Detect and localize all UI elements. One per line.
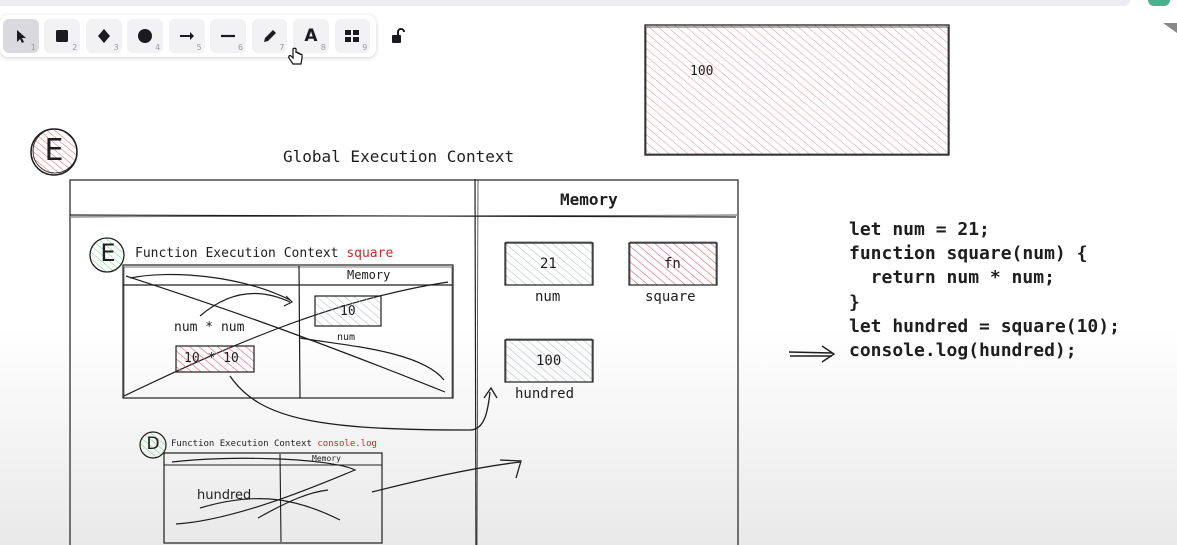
fec-square-fn-name: square xyxy=(346,246,394,261)
code-line: let hundred = square(10); xyxy=(849,315,1120,337)
fec-square-title: Function Execution Context square xyxy=(135,246,393,261)
fec-console-title-text: Function Execution Context xyxy=(171,439,312,449)
current-line-arrow[interactable] xyxy=(788,345,836,363)
fec-console-badge-letter: D xyxy=(146,434,160,454)
mem-square-label: square xyxy=(645,289,696,305)
mem-square-value: fn xyxy=(664,256,681,272)
return-arrow-line[interactable] xyxy=(229,375,491,431)
gec-memory-header: Memory xyxy=(560,190,618,209)
mem-hundred-value: 100 xyxy=(536,353,562,369)
fec-square-badge-letter: E xyxy=(100,239,116,267)
fec-square-memory-header: Memory xyxy=(347,268,391,282)
gec-badge-letter: E xyxy=(44,133,64,168)
code-block: let num = 21; function square(num) { retu… xyxy=(849,218,1120,363)
fec-console-var: hundred xyxy=(197,488,252,503)
mem-num-value: 21 xyxy=(540,256,557,272)
fec-square-mem-label: num xyxy=(337,332,356,343)
fec-console-fn-name: console.log xyxy=(317,439,377,449)
code-line: console.log(hundred); xyxy=(849,340,1077,362)
gec-frame[interactable] xyxy=(69,178,739,545)
fec-square-expression: num * num xyxy=(174,320,245,335)
fec-square-mem-value: 10 xyxy=(340,304,356,319)
code-line: return num * num; xyxy=(849,267,1055,289)
mem-num-label: num xyxy=(535,289,561,305)
top-box-value: 100 xyxy=(690,64,714,79)
top-value-box[interactable] xyxy=(644,24,950,156)
code-line: function square(num) { xyxy=(849,243,1088,265)
fec-console-title: Function Execution Context console.log xyxy=(171,439,377,449)
fec-square-title-text: Function Execution Context xyxy=(135,246,339,261)
gec-title: Global Execution Context xyxy=(283,147,515,166)
fec-square-result: 10 * 10 xyxy=(184,351,239,366)
code-line: } xyxy=(849,291,860,313)
fec-square-frame[interactable] xyxy=(122,264,454,399)
mem-hundred-label: hundred xyxy=(515,386,575,402)
fec-console-memory-header: Memory xyxy=(312,454,341,463)
code-line: let num = 21; xyxy=(849,219,990,240)
